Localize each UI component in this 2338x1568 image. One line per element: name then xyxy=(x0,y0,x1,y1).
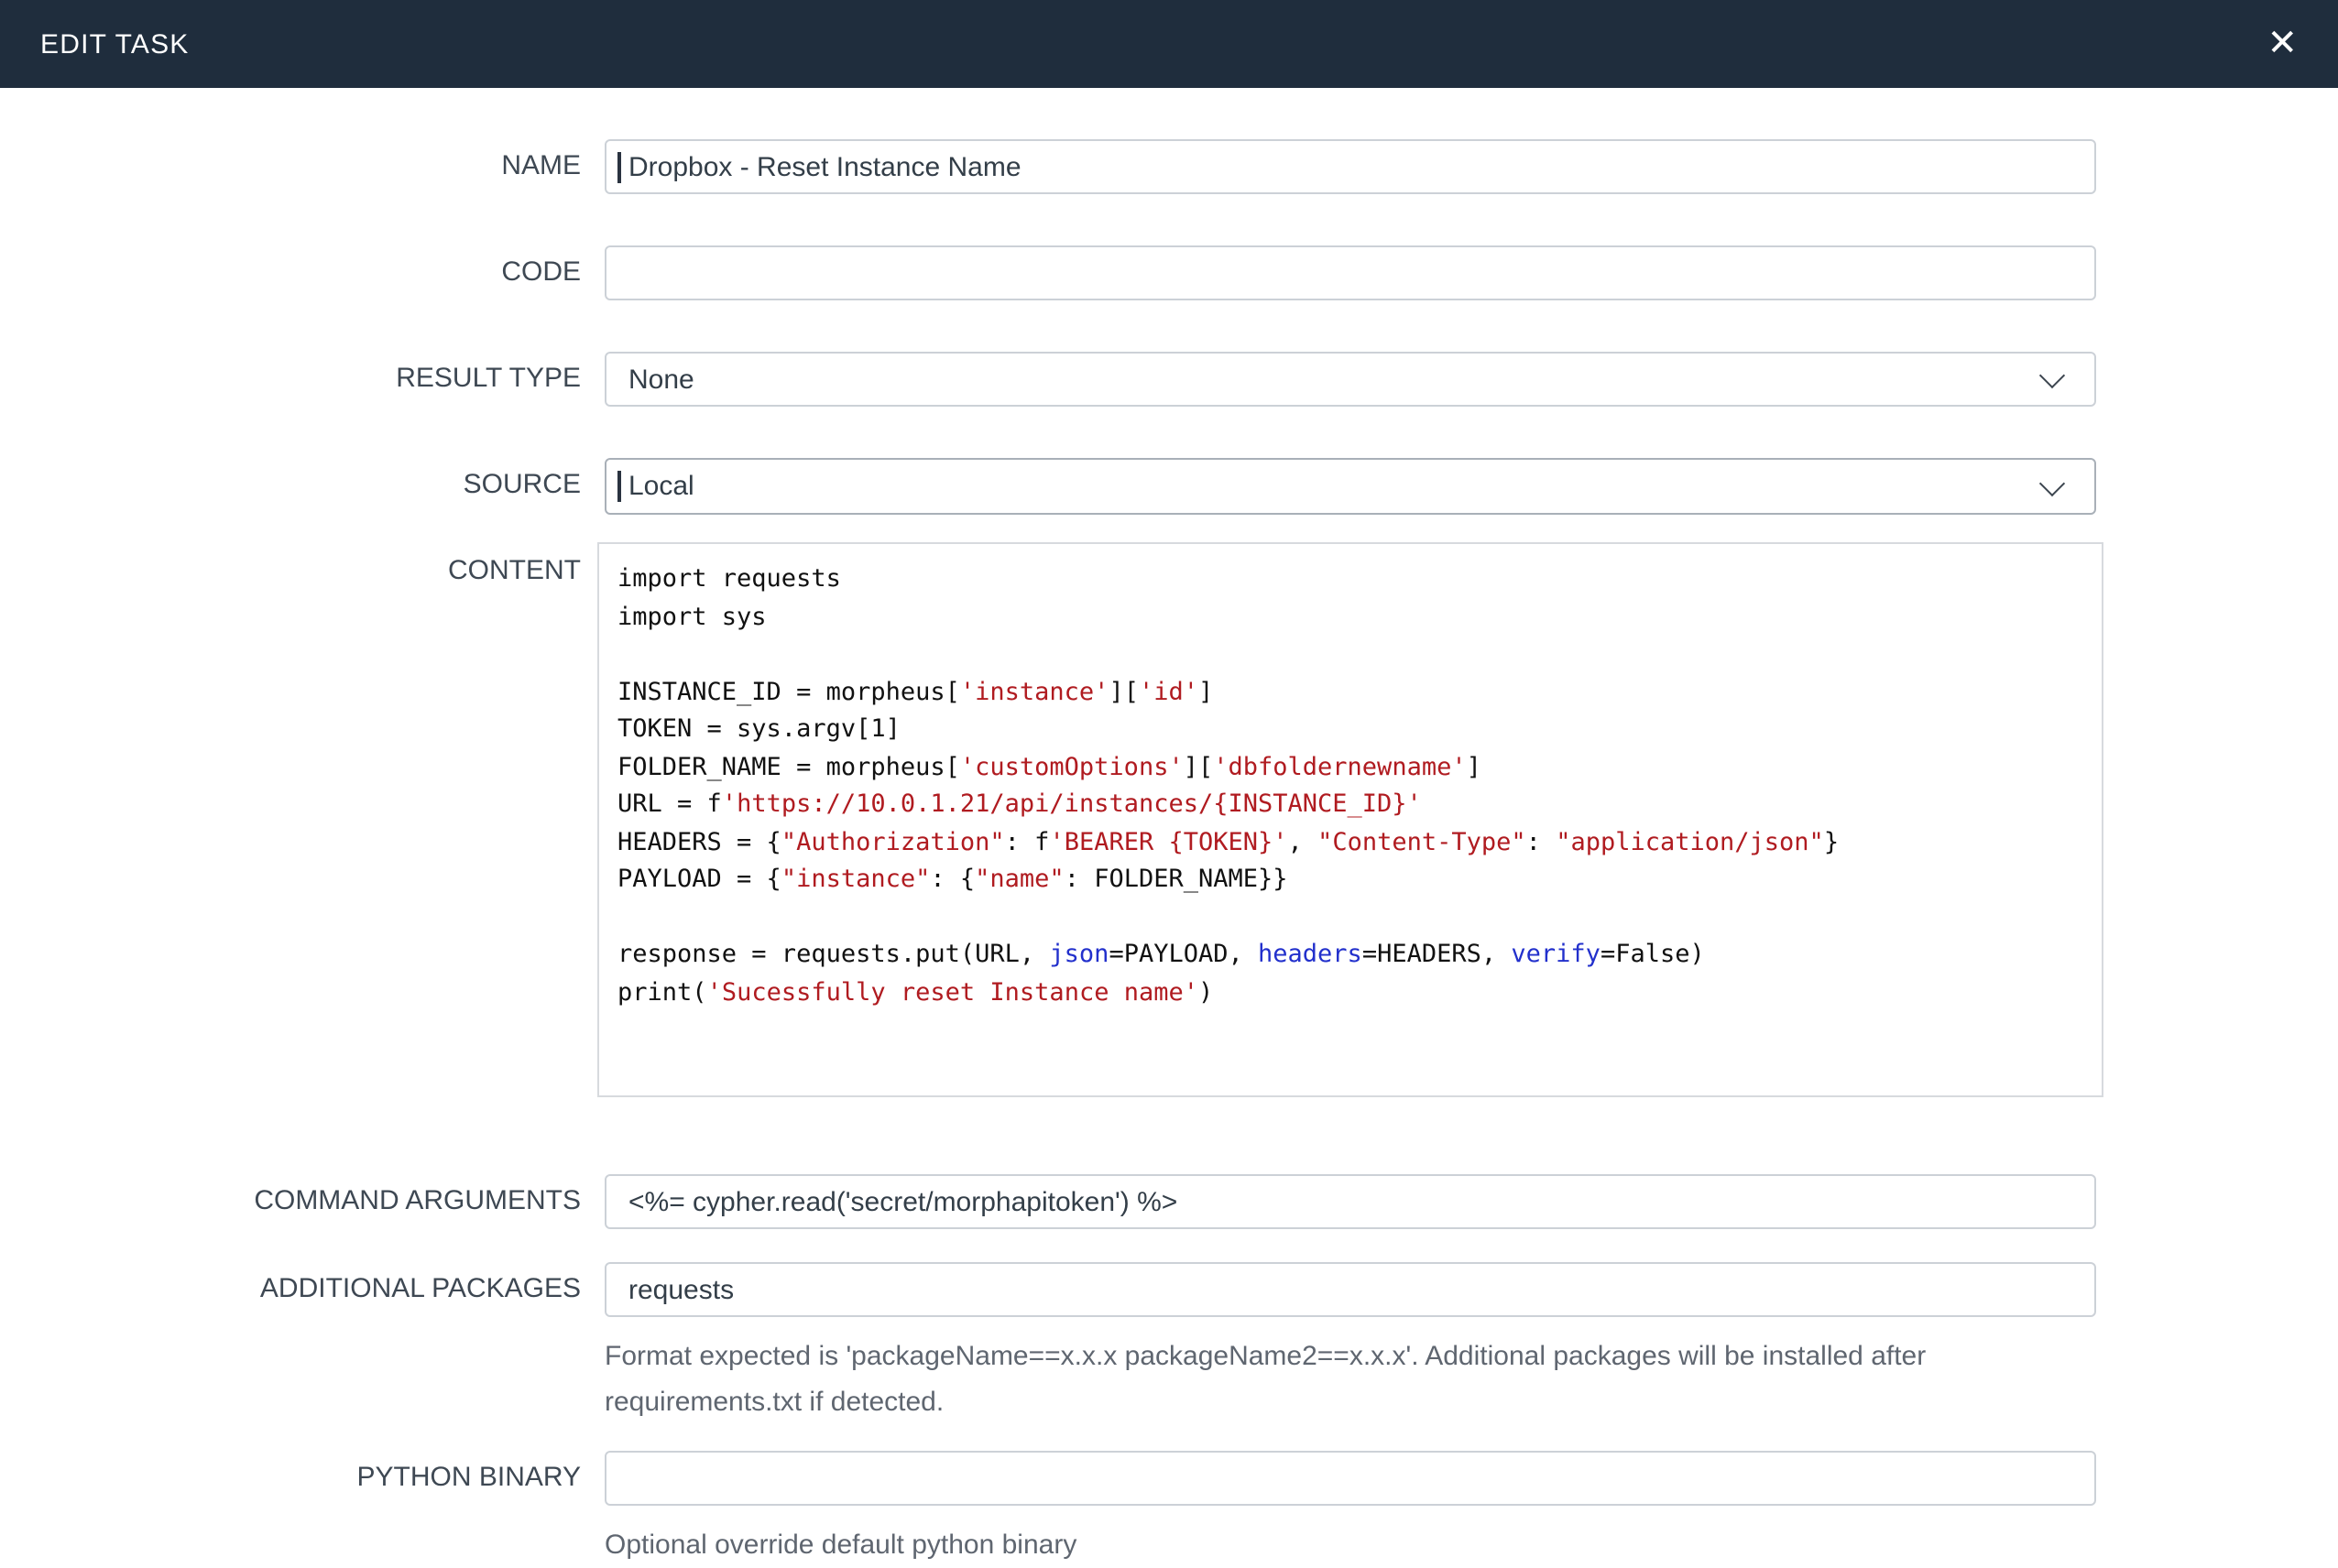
chevron-down-icon xyxy=(2038,469,2066,496)
python-binary-label: PYTHON BINARY xyxy=(356,1462,582,1493)
python-binary-field: Optional override default python binary xyxy=(605,1451,2096,1568)
additional-packages-field: Format expected is 'packageName==x.x.x p… xyxy=(605,1262,2096,1425)
form-row-source: SOURCE Local xyxy=(0,458,2338,515)
form-row-python-binary: PYTHON BINARY Optional override default … xyxy=(0,1451,2338,1568)
code-field xyxy=(605,245,2096,300)
code-label: CODE xyxy=(501,256,581,288)
source-select[interactable]: Local xyxy=(605,458,2096,515)
chevron-down-icon xyxy=(2038,362,2066,389)
code-input[interactable] xyxy=(605,245,2096,300)
text-caret xyxy=(617,152,620,183)
modal-title: EDIT TASK xyxy=(40,28,190,60)
source-label: SOURCE xyxy=(463,469,581,500)
form-row-name: NAME xyxy=(0,139,2338,194)
content-field: import requests import sys INSTANCE_ID = … xyxy=(597,542,2103,1097)
name-label: NAME xyxy=(501,150,581,181)
additional-packages-label: ADDITIONAL PACKAGES xyxy=(259,1273,581,1304)
result-type-select[interactable]: None xyxy=(605,352,2096,407)
form-row-result-type: RESULT TYPE None xyxy=(0,352,2338,407)
command-arguments-label: COMMAND ARGUMENTS xyxy=(254,1185,581,1216)
content-code-editor[interactable]: import requests import sys INSTANCE_ID = … xyxy=(597,542,2103,1097)
result-type-value: None xyxy=(628,364,694,395)
result-type-field: None xyxy=(605,352,2096,407)
command-arguments-field xyxy=(605,1174,2096,1229)
form-row-content: CONTENT import requests import sys INSTAN… xyxy=(0,542,2338,1097)
additional-packages-help: Format expected is 'packageName==x.x.x p… xyxy=(605,1341,1927,1418)
name-input[interactable] xyxy=(605,139,2096,194)
name-field xyxy=(605,139,2096,194)
result-type-label: RESULT TYPE xyxy=(396,363,581,394)
source-field: Local xyxy=(605,458,2096,515)
source-value: Local xyxy=(628,471,694,502)
edit-task-form: NAME CODE RESULT TYPE None SOURCE xyxy=(0,88,2338,1568)
edit-task-modal: EDIT TASK ✕ NAME CODE RESULT TYPE None xyxy=(0,0,2338,1561)
content-label: CONTENT xyxy=(448,555,581,586)
form-row-additional-packages: ADDITIONAL PACKAGES Format expected is '… xyxy=(0,1262,2338,1425)
python-binary-help: Optional override default python binary xyxy=(605,1530,1077,1561)
form-row-code: CODE xyxy=(0,245,2338,300)
python-binary-input[interactable] xyxy=(605,1451,2096,1506)
form-row-command-arguments: COMMAND ARGUMENTS xyxy=(0,1174,2338,1229)
modal-header: EDIT TASK ✕ xyxy=(0,0,2338,88)
command-arguments-input[interactable] xyxy=(605,1174,2096,1229)
close-icon[interactable]: ✕ xyxy=(2267,26,2298,62)
text-caret xyxy=(617,471,620,502)
additional-packages-input[interactable] xyxy=(605,1262,2096,1317)
